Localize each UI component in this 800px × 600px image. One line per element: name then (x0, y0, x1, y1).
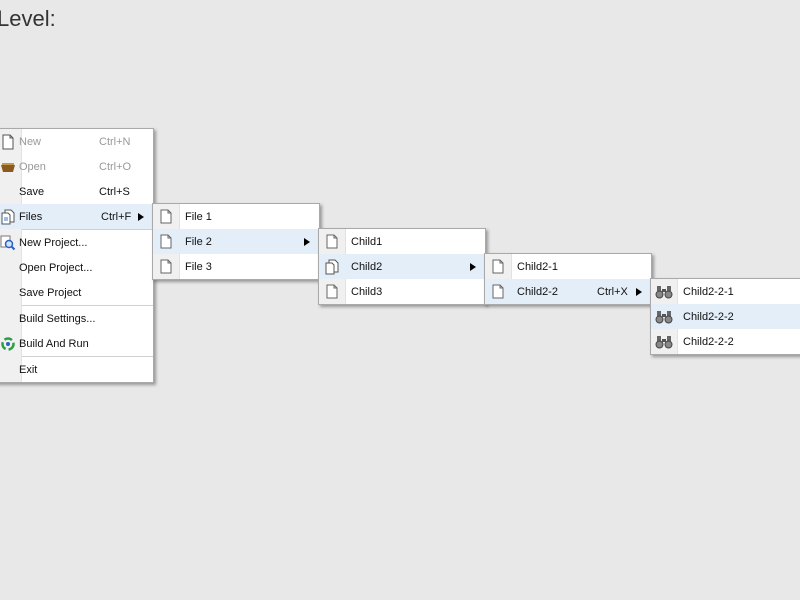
document-icon (153, 204, 179, 229)
binoculars-icon (651, 329, 677, 354)
menu-item-label: Build Settings... (19, 312, 96, 325)
menu-item-label: Build And Run (19, 337, 89, 350)
menu-item-label: New (19, 135, 42, 148)
menu-item-child1[interactable]: Child1 (319, 229, 485, 254)
document-icon (319, 229, 345, 254)
menu-item-new-project[interactable]: New Project... (0, 230, 153, 255)
menu-item-file-1[interactable]: File 1 (153, 204, 319, 229)
menu-item-child2-2-2b[interactable]: Child2-2-2 (651, 329, 800, 354)
menu-item-shortcut: Ctrl+X (597, 285, 628, 298)
menu-item-save[interactable]: Save Ctrl+S (0, 179, 153, 204)
submenu-arrow-icon (304, 237, 310, 246)
menu-item-label: Open Project... (19, 261, 93, 274)
menu-item-child2-1[interactable]: Child2-1 (485, 254, 651, 279)
menu-item-save-project[interactable]: Save Project (0, 280, 153, 305)
menu-item-label: Files (19, 210, 43, 223)
menu-item-open[interactable]: Open Ctrl+O (0, 154, 153, 179)
menu-item-label: File 1 (185, 210, 212, 223)
menu-item-shortcut: Ctrl+S (99, 185, 130, 198)
menu-item-file-3[interactable]: File 3 (153, 254, 319, 279)
menu-item-build-and-run[interactable]: Build And Run (0, 331, 153, 356)
search-icon (0, 230, 21, 255)
level-heading: i Level: (0, 6, 56, 31)
menu-item-file-2[interactable]: File 2 (153, 229, 319, 254)
documents-icon (319, 254, 345, 279)
document-icon (153, 229, 179, 254)
submenu-arrow-icon (636, 287, 642, 296)
menu-item-label: Child2-2-2 (683, 335, 734, 348)
document-icon (485, 279, 511, 304)
document-icon (319, 279, 345, 304)
binoculars-icon (651, 279, 677, 304)
menu-item-label: Child2-2-2 (683, 310, 734, 323)
menu-item-shortcut: Ctrl+O (99, 160, 132, 173)
menu-item-label: Exit (19, 363, 38, 376)
build-run-icon (0, 331, 21, 356)
binoculars-icon (651, 304, 677, 329)
menu-item-label: Save Project (19, 286, 82, 299)
menu-item-label: New Project... (19, 236, 88, 249)
menu-item-label: Child2-2-1 (683, 285, 734, 298)
child2-2-submenu: Child2-2-1 Child2-2-2 Child2-2-2 (650, 278, 800, 355)
child2-submenu: Child2-1 Child2-2 Ctrl+X (484, 253, 652, 305)
menu-item-label: Child2-1 (517, 260, 558, 273)
menu-item-label: Child2-2 (517, 285, 558, 298)
menu-item-shortcut: Ctrl+F (101, 210, 132, 223)
menu-item-child3[interactable]: Child3 (319, 279, 485, 304)
files-submenu: File 1 File 2 File 3 (152, 203, 320, 280)
menu-item-build-settings[interactable]: Build Settings... (0, 306, 153, 331)
menu-item-child2-2[interactable]: Child2-2 Ctrl+X (485, 279, 651, 304)
files-icon (0, 204, 21, 229)
menu-item-exit[interactable]: Exit (0, 357, 153, 382)
menu-item-shortcut: Ctrl+N (99, 135, 131, 148)
menu-item-child2-2-2[interactable]: Child2-2-2 (651, 304, 800, 329)
menu-item-new[interactable]: New Ctrl+N (0, 129, 153, 154)
submenu-arrow-icon (138, 212, 144, 221)
menu-item-label: Save (19, 185, 45, 198)
menu-item-child2-2-1[interactable]: Child2-2-1 (651, 279, 800, 304)
new-file-icon (0, 129, 21, 154)
menu-item-label: Open (19, 160, 46, 173)
menu-item-label: File 3 (185, 260, 212, 273)
document-icon (485, 254, 511, 279)
menu-item-label: Child3 (351, 285, 383, 298)
document-icon (153, 254, 179, 279)
open-folder-icon (0, 154, 21, 179)
submenu-arrow-icon (470, 262, 476, 271)
menu-item-label: File 2 (185, 235, 212, 248)
main-menu: New Ctrl+N Open Ctrl+O Save Ctrl+S Files… (0, 128, 154, 383)
file2-submenu: Child1 Child2 Child3 (318, 228, 486, 305)
menu-item-files[interactable]: Files Ctrl+F (0, 204, 153, 229)
menu-item-label: Child2 (351, 260, 383, 273)
menu-item-open-project[interactable]: Open Project... (0, 255, 153, 280)
menu-item-child2[interactable]: Child2 (319, 254, 485, 279)
menu-item-label: Child1 (351, 235, 383, 248)
